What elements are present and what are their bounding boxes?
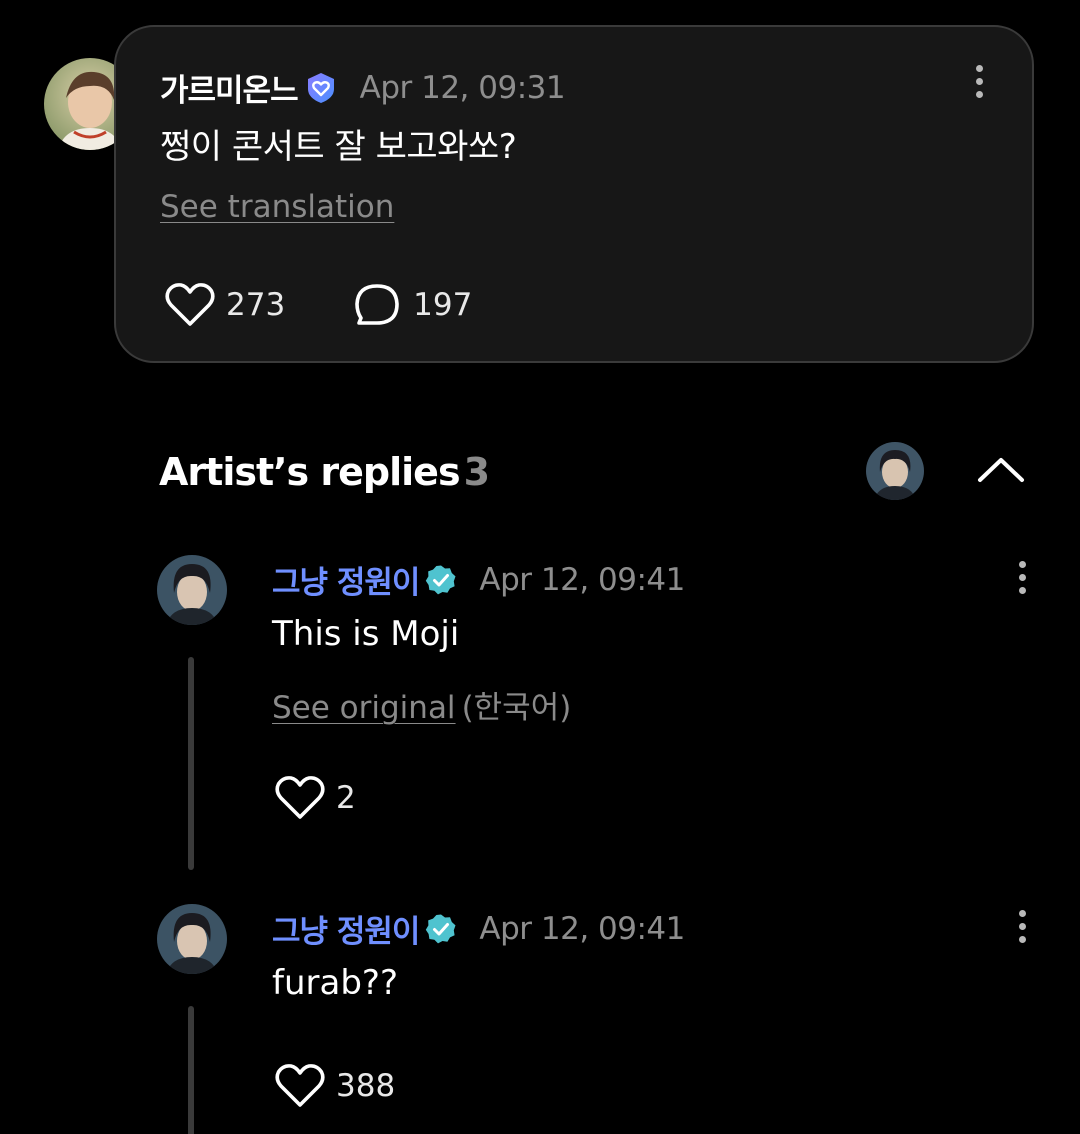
reply-body: This is Moji [272, 614, 460, 654]
chevron-up-icon[interactable] [974, 448, 1028, 488]
reply-like-count: 388 [336, 1068, 396, 1104]
post-comment-count: 197 [413, 287, 473, 323]
post-more-icon[interactable] [972, 65, 986, 105]
reply-author-name[interactable]: 그냥 정원이 [272, 557, 420, 602]
reply-like: 2 [274, 774, 356, 822]
reply-author-avatar[interactable] [157, 555, 227, 625]
reply-header: 그냥 정원이 Apr 12, 09:41 [272, 557, 685, 602]
post-card[interactable]: 가르미온느 Apr 12, 09:31 쩡이 콘서트 잘 보고와쏘? See t… [114, 25, 1034, 363]
reply-timestamp: Apr 12, 09:41 [479, 910, 685, 947]
post-like-count: 273 [226, 287, 286, 323]
reply-body: furab?? [272, 963, 399, 1003]
reply-author-name[interactable]: 그냥 정원이 [272, 906, 420, 951]
post-body: 쩡이 콘서트 잘 보고와쏘? [160, 127, 517, 167]
reply-like-count: 2 [336, 780, 356, 816]
reply-timestamp: Apr 12, 09:41 [479, 561, 685, 598]
thread-line [188, 1006, 194, 1134]
reply-more-icon[interactable] [1015, 910, 1029, 950]
heart-outline-icon[interactable] [274, 1062, 326, 1110]
post-header: 가르미온느 Apr 12, 09:31 [160, 65, 566, 110]
post-author-name[interactable]: 가르미온느 [160, 65, 299, 110]
comment-bubble-icon[interactable] [351, 281, 403, 329]
heart-shield-badge-icon [304, 71, 338, 105]
see-translation-link[interactable]: See translation [160, 189, 394, 225]
reply-more-icon[interactable] [1015, 561, 1029, 601]
artist-replies-heading: Artist’s replies 3 [159, 450, 490, 494]
thread-line [188, 657, 194, 870]
post-timestamp: Apr 12, 09:31 [359, 69, 566, 106]
artist-avatar-thumbnail[interactable] [866, 442, 924, 500]
post-actions: 273 197 [164, 281, 472, 329]
heart-outline-icon[interactable] [164, 281, 216, 329]
artist-replies-count: 3 [463, 450, 490, 494]
see-original-link[interactable]: See original [272, 690, 456, 726]
original-language-label: (한국어) [461, 690, 572, 726]
reply-header: 그냥 정원이 Apr 12, 09:41 [272, 906, 685, 951]
artist-replies-title: Artist’s replies [159, 450, 461, 494]
reply-like: 388 [274, 1062, 395, 1110]
verified-check-icon [425, 564, 457, 596]
verified-check-icon [425, 913, 457, 945]
reply-author-avatar[interactable] [157, 904, 227, 974]
heart-outline-icon[interactable] [274, 774, 326, 822]
